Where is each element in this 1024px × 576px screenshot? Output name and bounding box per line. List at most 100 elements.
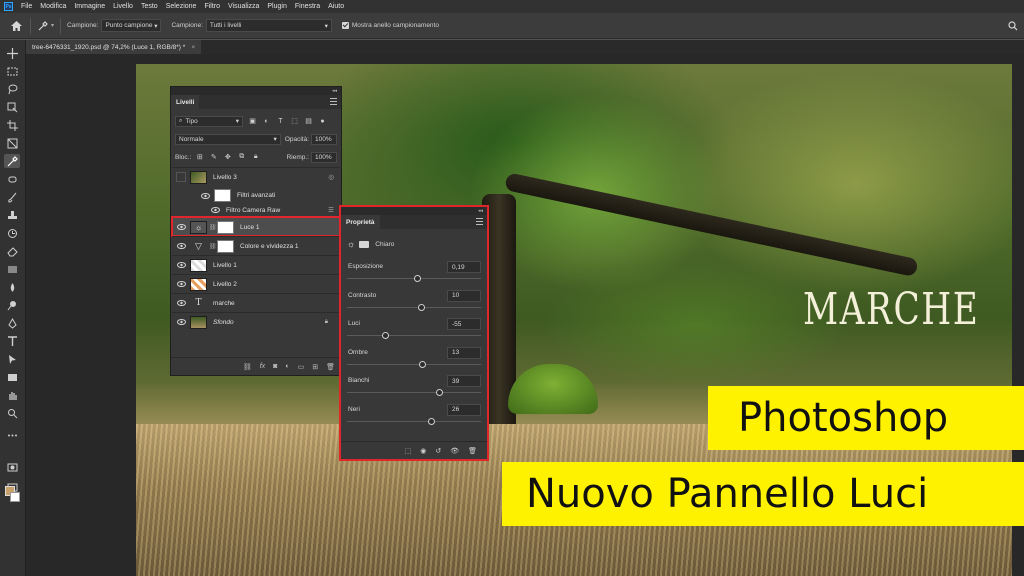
rectangle-tool-icon[interactable] (4, 370, 20, 384)
eraser-tool-icon[interactable] (4, 244, 20, 258)
slider-handle[interactable] (436, 389, 444, 396)
visibility-icon[interactable] (176, 222, 186, 232)
menu-testo[interactable]: Testo (141, 3, 158, 10)
slider-track[interactable] (347, 360, 481, 368)
zoom-tool-icon[interactable] (4, 406, 20, 420)
collapse-icon[interactable]: ◂◂ (332, 88, 337, 94)
visibility-icon[interactable] (176, 298, 186, 308)
type-tool-icon[interactable] (4, 334, 20, 348)
menu-aiuto[interactable]: Aiuto (328, 3, 344, 10)
eyedropper-tool-icon[interactable] (4, 154, 20, 168)
menu-visualizza[interactable]: Visualizza (228, 3, 259, 10)
layer-row[interactable]: ▽ ⛓︎ Colore e vividezza 1 (172, 236, 340, 255)
reset-icon[interactable]: ↺ (435, 447, 441, 455)
layer-name[interactable]: Livello 1 (213, 262, 237, 269)
chevron-down-icon[interactable]: ▾ (51, 22, 54, 29)
path-selection-tool-icon[interactable] (4, 352, 20, 366)
lock-artboard-icon[interactable]: ⧉ (237, 153, 246, 162)
visibility-icon[interactable] (176, 241, 186, 251)
menu-immagine[interactable]: Immagine (74, 3, 105, 10)
layer-row[interactable]: Livello 1 (172, 255, 340, 274)
filter-options-icon[interactable]: ☰ (328, 206, 334, 214)
marquee-tool-icon[interactable] (4, 64, 20, 78)
trash-icon[interactable]: 🗑︎ (468, 447, 477, 455)
layer-name[interactable]: marche (213, 300, 235, 307)
tab-proprieta[interactable]: Proprietà (341, 215, 380, 229)
slider-track[interactable] (347, 275, 481, 282)
more-tools-icon[interactable] (4, 428, 20, 442)
quick-mask-icon[interactable] (4, 460, 20, 474)
menu-modifica[interactable]: Modifica (40, 3, 66, 10)
layer-style-icon[interactable]: fx (260, 363, 265, 370)
pen-tool-icon[interactable] (4, 316, 20, 330)
blend-mode-select[interactable]: Normale ▾ (175, 133, 281, 145)
gradient-tool-icon[interactable] (4, 262, 20, 276)
slider-handle[interactable] (419, 360, 427, 368)
visibility-icon[interactable] (176, 317, 186, 327)
document-tab[interactable]: tree-6476331_1920.psd @ 74,2% (Luce 1, R… (26, 40, 202, 54)
filter-adjustment-icon[interactable]: ◐ (262, 117, 271, 126)
menu-file[interactable]: File (21, 3, 32, 10)
slider-value-field[interactable]: -55 (447, 318, 481, 330)
adjustment-layer-icon[interactable]: ◐ (285, 363, 289, 370)
hand-tool-icon[interactable] (4, 388, 20, 402)
visibility-off-icon[interactable] (176, 172, 186, 182)
frame-tool-icon[interactable] (4, 136, 20, 150)
link-icon[interactable]: ⛓︎ (209, 242, 217, 251)
slider-value-field[interactable]: 0,19 (447, 261, 481, 273)
menu-finestra[interactable]: Finestra (295, 3, 320, 10)
layer-mask-thumbnail[interactable] (217, 220, 234, 234)
filter-shape-icon[interactable]: ⬚ (290, 117, 299, 126)
home-icon[interactable] (8, 18, 24, 34)
search-icon[interactable] (1006, 19, 1020, 33)
visibility-icon[interactable] (176, 260, 186, 270)
filter-smart-object-icon[interactable]: ▤ (304, 117, 313, 126)
layer-name[interactable]: Livello 2 (213, 281, 237, 288)
layer-name[interactable]: Livello 3 (213, 174, 237, 181)
slider-track[interactable] (347, 389, 481, 396)
layer-row[interactable]: Sfondo 🔒︎ (172, 312, 340, 331)
link-icon[interactable]: ⛓︎ (209, 223, 217, 232)
slider-track[interactable] (347, 332, 481, 339)
object-selection-tool-icon[interactable] (4, 100, 20, 114)
menu-filtro[interactable]: Filtro (204, 3, 220, 10)
lock-transparent-icon[interactable]: ⊞ (195, 153, 204, 162)
lock-pixels-icon[interactable]: ✎ (209, 153, 218, 162)
layer-row[interactable]: Livello 2 (172, 274, 340, 293)
smart-filter-mask[interactable] (214, 189, 231, 202)
background-color-swatch[interactable] (10, 492, 20, 502)
layer-filter-select[interactable]: ⌕ Tipo ▾ (175, 115, 243, 127)
blur-tool-icon[interactable] (4, 280, 20, 294)
visibility-icon[interactable] (176, 279, 186, 289)
panel-menu-icon[interactable] (476, 218, 483, 225)
menu-plugin[interactable]: Plugin (267, 3, 286, 10)
slider-handle[interactable] (413, 275, 421, 282)
smart-filters-name[interactable]: Filtri avanzati (237, 192, 275, 199)
filter-toggle-icon[interactable]: ● (318, 117, 327, 126)
spot-healing-tool-icon[interactable] (4, 172, 20, 186)
slider-track[interactable] (347, 417, 481, 425)
new-layer-icon[interactable]: ⊞ (312, 363, 318, 371)
visibility-icon[interactable] (210, 205, 220, 215)
panel-header[interactable]: ◂◂ (341, 207, 487, 215)
fill-field[interactable]: 100% (311, 151, 337, 163)
visibility-icon[interactable]: 👁︎ (450, 447, 459, 455)
visibility-icon[interactable] (200, 191, 210, 201)
layer-name[interactable]: Colore e vividezza 1 (240, 243, 299, 250)
layer-mask-thumbnail[interactable] (217, 239, 234, 253)
new-group-icon[interactable]: ▭ (298, 363, 305, 371)
clone-stamp-tool-icon[interactable] (4, 208, 20, 222)
filter-type-icon[interactable]: T (276, 117, 285, 126)
slider-handle[interactable] (428, 417, 436, 425)
layer-row[interactable]: T marche (172, 293, 340, 312)
slider-value-field[interactable]: 10 (447, 289, 481, 302)
lock-all-icon[interactable]: 🔒︎ (251, 153, 260, 162)
slider-value-field[interactable]: 26 (447, 403, 481, 416)
close-icon[interactable]: × (191, 44, 195, 51)
view-previous-icon[interactable]: ◉ (420, 447, 426, 455)
layer-name[interactable]: Sfondo (213, 319, 234, 326)
menu-selezione[interactable]: Selezione (166, 3, 197, 10)
history-brush-tool-icon[interactable] (4, 226, 20, 240)
filter-pixel-icon[interactable]: ▣ (248, 117, 257, 126)
clip-to-layer-icon[interactable]: ⬚ (405, 447, 412, 455)
